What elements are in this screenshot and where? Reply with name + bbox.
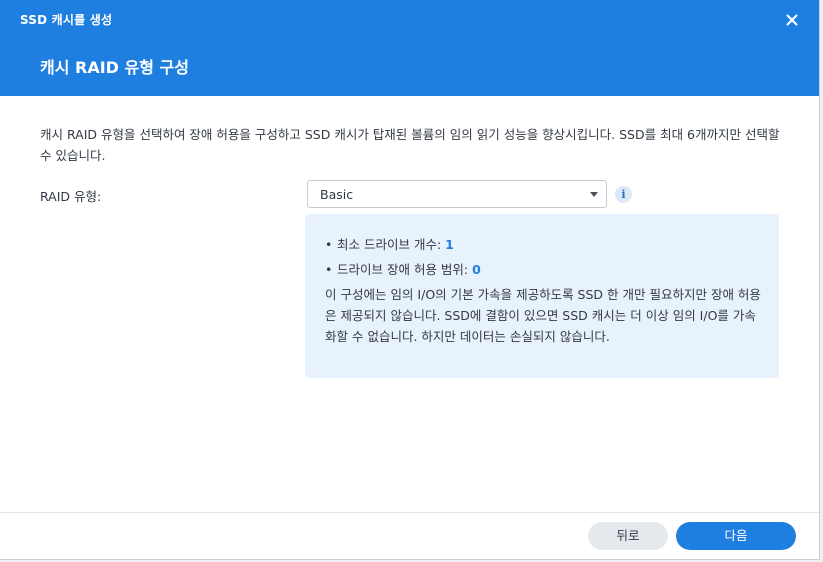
fault-tolerance-label: 드라이브 장애 허용 범위: — [337, 262, 469, 277]
fault-tolerance-item: • 드라이브 장애 허용 범위: 0 — [325, 259, 481, 278]
dialog-body: 캐시 RAID 유형을 선택하여 장애 허용을 구성하고 SSD 캐시가 탑재된… — [0, 96, 819, 512]
next-button[interactable]: 다음 — [676, 522, 796, 550]
dialog-header: SSD 캐시를 생성 캐시 RAID 유형 구성 — [0, 0, 819, 96]
step-title: 캐시 RAID 유형 구성 — [40, 58, 189, 77]
raid-type-dropdown[interactable]: Basic — [307, 180, 607, 208]
window-title: SSD 캐시를 생성 — [20, 13, 113, 27]
raid-type-selected-value: Basic — [320, 187, 354, 202]
bullet: • — [325, 237, 333, 252]
dialog-footer: 뒤로 다음 — [0, 512, 819, 559]
info-icon[interactable]: i — [615, 186, 632, 203]
back-button[interactable]: 뒤로 — [588, 522, 668, 550]
raid-explanation: 이 구성에는 임의 I/O의 기본 가속을 제공하도록 SSD 한 개만 필요하… — [325, 287, 761, 344]
step-description: 캐시 RAID 유형을 선택하여 장애 허용을 구성하고 SSD 캐시가 탑재된… — [40, 127, 780, 163]
min-drives-value: 1 — [445, 237, 454, 252]
min-drives-item: • 최소 드라이브 개수: 1 — [325, 234, 454, 253]
chevron-down-icon — [590, 192, 598, 197]
create-ssd-cache-dialog: SSD 캐시를 생성 캐시 RAID 유형 구성 캐시 RAID 유형을 선택하… — [0, 0, 820, 560]
close-icon — [786, 14, 798, 26]
close-button[interactable] — [780, 8, 804, 32]
min-drives-label: 최소 드라이브 개수: — [337, 237, 442, 252]
bullet: • — [325, 262, 333, 277]
raid-info-panel: • 최소 드라이브 개수: 1 • 드라이브 장애 허용 범위: 0 이 구성에는 … — [305, 214, 779, 378]
raid-type-label: RAID 유형: — [40, 189, 102, 204]
fault-tolerance-value: 0 — [472, 262, 481, 277]
